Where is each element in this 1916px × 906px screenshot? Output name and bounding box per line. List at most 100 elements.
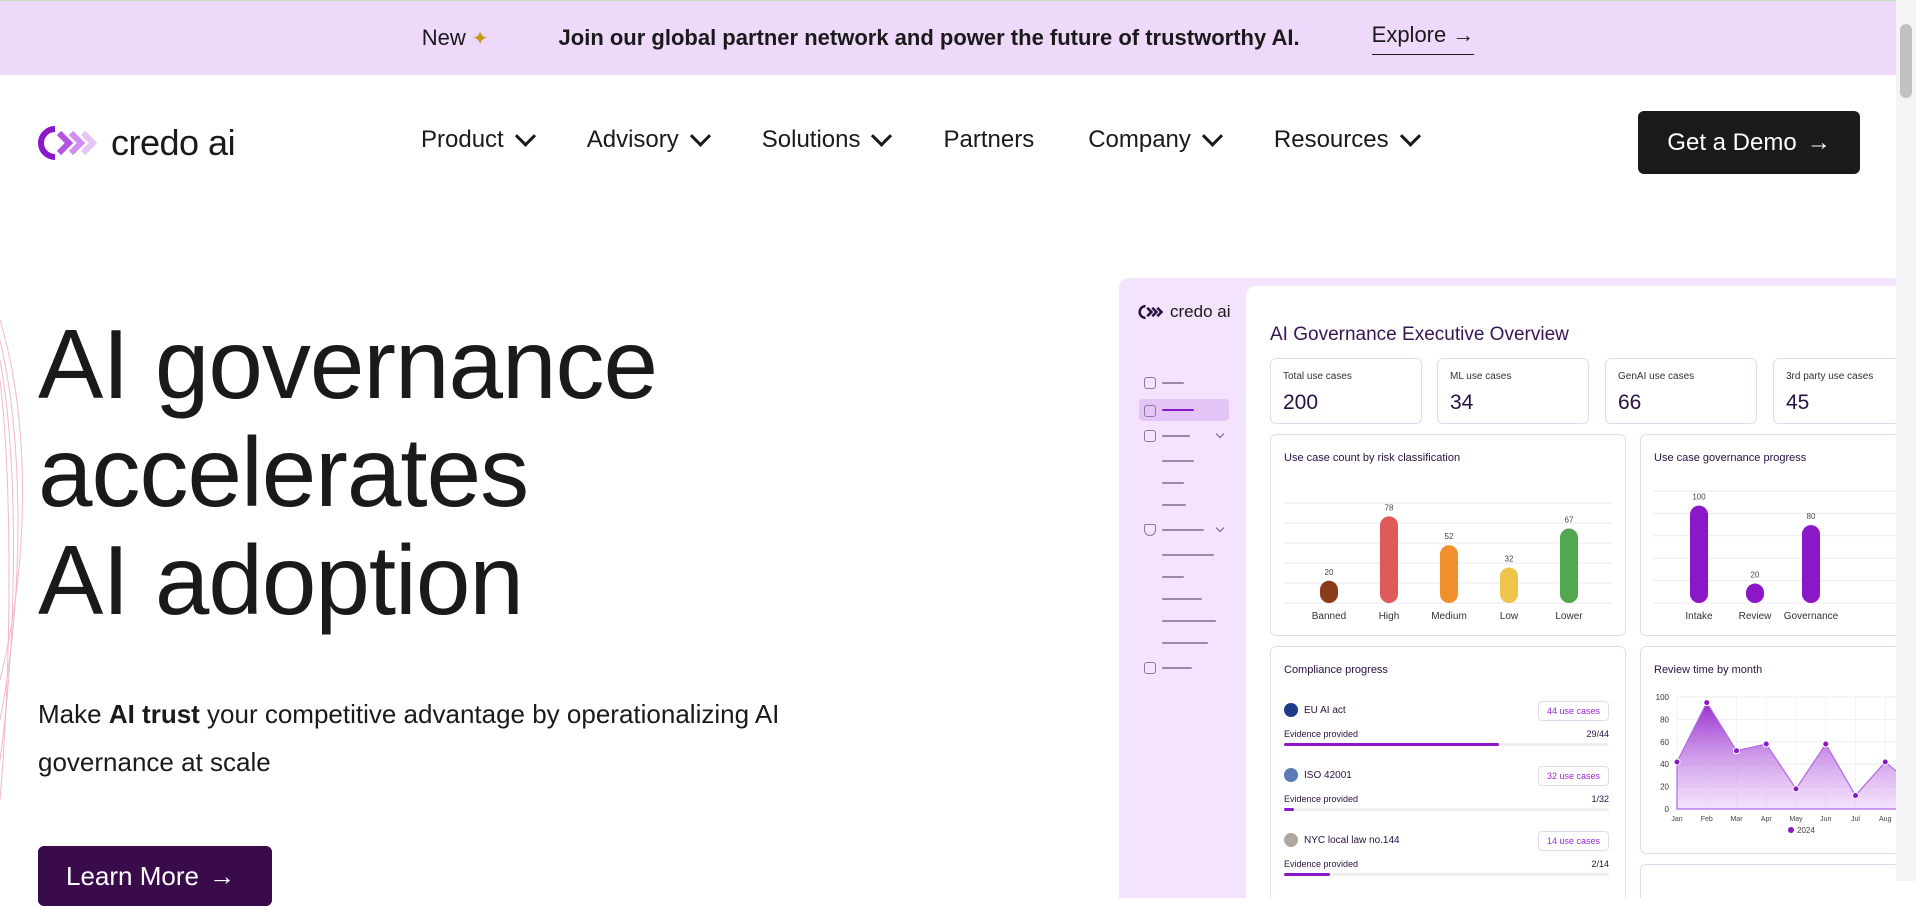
kpi-value: 34 — [1450, 391, 1474, 414]
arrow-right-icon: → — [208, 860, 235, 891]
evidence-progress-bar — [1284, 873, 1609, 876]
nav-item-partners[interactable]: Partners — [943, 126, 1034, 154]
kpi-label: GenAI use cases — [1618, 371, 1695, 382]
page-scrollbar[interactable] — [1896, 0, 1916, 881]
x-tick-label: Intake — [1685, 611, 1713, 622]
x-tick-label: Mar — [1730, 816, 1743, 823]
legend-marker — [1788, 827, 1794, 833]
shield-icon[interactable] — [1144, 524, 1156, 536]
data-point — [1733, 747, 1740, 755]
hero-sub-bold: AI trust — [108, 699, 200, 729]
kpi-label: Total use cases — [1283, 371, 1352, 382]
evidence-progress-bar — [1284, 743, 1609, 746]
kpi-value: 45 — [1786, 391, 1810, 414]
x-tick-label: Medium — [1431, 611, 1467, 622]
chevron-down-icon[interactable] — [1215, 523, 1225, 533]
bar — [1320, 580, 1338, 603]
arrow-right-icon: → — [1806, 128, 1831, 156]
kpi-label: 3rd party use cases — [1786, 371, 1874, 382]
bar — [1440, 545, 1458, 603]
nav-menu: Product Advisory Solutions Partners Comp… — [421, 125, 1472, 154]
risk-classification-card: Use case count by risk classification 20… — [1270, 434, 1626, 636]
evidence-value: 2/14 — [1591, 859, 1609, 869]
bar — [1690, 505, 1708, 603]
kpi-card: 3rd party use cases 45 — [1773, 358, 1896, 424]
use-cases-pill[interactable]: 14 use cases — [1537, 831, 1609, 851]
banner-message: Join our global partner network and powe… — [558, 25, 1300, 50]
use-cases-pill[interactable]: 32 use cases — [1537, 766, 1609, 786]
sidebar-item[interactable] — [1162, 435, 1190, 437]
new-badge: New ✦ — [422, 25, 489, 51]
x-tick-label: Review — [1739, 611, 1773, 622]
legend-label: 2024 — [1797, 826, 1815, 835]
nav-item-solutions[interactable]: Solutions — [761, 125, 893, 154]
dashboard-logo-text: credo ai — [1170, 302, 1231, 321]
regulation-name: NYC local law no.144 — [1304, 835, 1400, 846]
home-icon[interactable] — [1144, 377, 1156, 389]
demo-label: Get a Demo — [1667, 128, 1797, 156]
nav-item-advisory[interactable]: Advisory — [587, 125, 711, 154]
sidebar-subitem[interactable] — [1162, 642, 1208, 644]
learn-more-label: Learn More — [66, 860, 199, 891]
compliance-progress-card: Compliance progress EU AI act 44 use case… — [1270, 646, 1626, 898]
dashboard-icon — [1144, 405, 1156, 417]
nav-item-product[interactable]: Product — [421, 125, 536, 154]
x-tick-label: Jun — [1820, 816, 1831, 823]
list-icon[interactable] — [1144, 430, 1156, 442]
sidebar-subitem[interactable] — [1162, 504, 1186, 506]
x-tick-label: High — [1379, 611, 1400, 622]
dashboard-preview: credo ai AI Governance Executive Overvie… — [1119, 278, 1896, 898]
governance-bar-chart: 100 Intake 20 Review 80 Governance — [1653, 490, 1896, 622]
sidebar-item[interactable] — [1162, 667, 1192, 669]
nav-item-company[interactable]: Company — [1088, 125, 1224, 154]
sidebar-subitem[interactable] — [1162, 620, 1216, 622]
kpi-value: 200 — [1283, 391, 1319, 414]
get-a-demo-button[interactable]: Get a Demo → — [1638, 111, 1860, 174]
y-tick-label: 0 — [1665, 805, 1670, 814]
kpi-value: 66 — [1618, 391, 1642, 414]
kpi-label: ML use cases — [1450, 371, 1512, 382]
data-label: 67 — [1565, 516, 1574, 525]
data-label: 78 — [1385, 503, 1394, 512]
users-icon[interactable] — [1144, 662, 1156, 674]
hero-title-line: accelerates — [38, 417, 529, 527]
bar — [1500, 567, 1518, 603]
x-tick-label: Jul — [1851, 816, 1860, 823]
data-point — [1703, 699, 1711, 707]
hero-title-line: AI adoption — [38, 525, 524, 635]
sidebar-subitem[interactable] — [1162, 576, 1184, 578]
x-tick-label: Jan — [1671, 816, 1682, 823]
sidebar-subitem[interactable] — [1162, 598, 1202, 600]
chevron-down-icon[interactable] — [1215, 429, 1225, 439]
nav-item-resources[interactable]: Resources — [1274, 125, 1421, 154]
next-card — [1640, 864, 1896, 898]
hero-title-line: AI governance — [38, 309, 658, 419]
evidence-value: 29/44 — [1586, 729, 1609, 739]
credo-ai-logo[interactable]: credo ai — [37, 122, 236, 164]
use-cases-pill[interactable]: 44 use cases — [1537, 701, 1609, 721]
bar — [1802, 525, 1820, 603]
sidebar-subitem[interactable] — [1162, 554, 1214, 556]
hero-subtitle: Make AI trust your competitive advantage… — [38, 690, 878, 786]
x-tick-label: Governance — [1784, 611, 1839, 622]
explore-link[interactable]: Explore → — [1371, 22, 1475, 55]
y-tick-label: 80 — [1660, 715, 1669, 724]
new-label: New — [421, 25, 466, 50]
scrollbar-thumb[interactable] — [1900, 24, 1912, 98]
sidebar-subitem[interactable] — [1162, 482, 1184, 484]
kpi-card: GenAI use cases 66 — [1605, 358, 1757, 424]
learn-more-button[interactable]: Learn More → — [38, 846, 272, 906]
sidebar-subitem[interactable] — [1162, 460, 1194, 462]
hero-title: AI governance accelerates AI adoption — [38, 309, 658, 635]
sidebar-item[interactable] — [1162, 529, 1204, 531]
data-label: 20 — [1751, 571, 1760, 580]
x-tick-label: Feb — [1701, 816, 1713, 823]
evidence-label: Evidence provided — [1284, 729, 1359, 739]
nav-item-label: Solutions — [761, 126, 861, 153]
x-tick-label: Apr — [1761, 816, 1773, 823]
data-label: 52 — [1445, 532, 1454, 541]
kpi-card: ML use cases 34 — [1437, 358, 1589, 424]
sidebar-item[interactable] — [1162, 382, 1184, 384]
review-time-card: Review time by month 100 80 60 40 20 0 Jan Feb M… — [1640, 646, 1896, 854]
x-tick-label: Low — [1500, 611, 1519, 622]
